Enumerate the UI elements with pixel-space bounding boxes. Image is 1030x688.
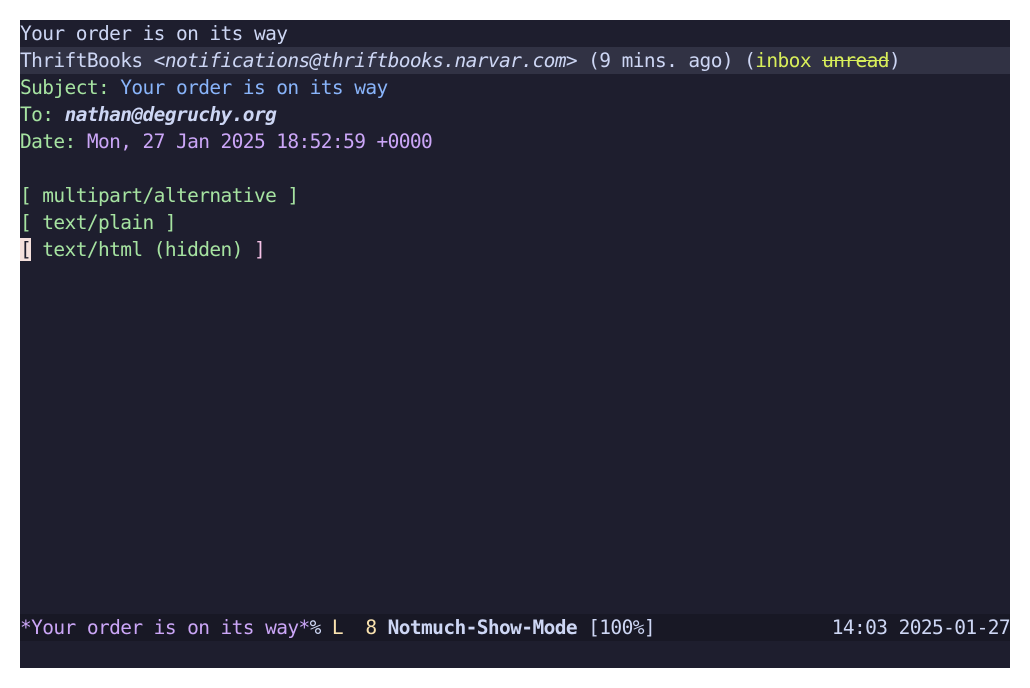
subject-value: Your order is on its way xyxy=(120,76,388,99)
to-header: To: nathan@degruchy.org xyxy=(20,101,1010,128)
mime-part-button-text-html[interactable]: [ text/html (hidden) ] xyxy=(20,236,1010,263)
buffer-name[interactable]: *Your order is on its way* xyxy=(20,616,310,639)
mime-part-button-multipart[interactable]: [ multipart/alternative ] xyxy=(20,182,1010,209)
clock-time: 14:03 xyxy=(831,616,888,639)
text-cursor: [ xyxy=(20,238,32,261)
mime-part-button-text-plain[interactable]: [ text/plain ] xyxy=(20,209,1010,236)
mime-part-label: text/plain xyxy=(42,211,154,234)
clock-date: 2025-01-27 xyxy=(898,616,1010,639)
mime-part-label: multipart/alternative xyxy=(42,184,277,207)
message-summary-line[interactable]: Your order is on its way xyxy=(20,20,1010,47)
minibuffer[interactable] xyxy=(20,641,1010,668)
emacs-window: Your order is on its way ThriftBooks <no… xyxy=(20,20,1010,668)
message-header-line[interactable]: ThriftBooks <notifications@thriftbooks.n… xyxy=(20,47,1010,74)
line-number: 8 xyxy=(365,616,377,639)
subject-label: Subject: xyxy=(20,76,110,99)
buffer-position: [100%] xyxy=(588,616,655,639)
clock: 14:03 2025-01-27 xyxy=(832,614,1010,641)
mime-part-label: text/html (hidden) xyxy=(42,238,243,261)
tag-inbox: inbox xyxy=(755,49,811,72)
date-label: Date: xyxy=(20,130,76,153)
major-mode[interactable]: Notmuch-Show-Mode xyxy=(388,616,578,639)
subject-header: Subject: Your order is on its way xyxy=(20,74,1010,101)
date-value: Mon, 27 Jan 2025 18:52:59 +0000 xyxy=(86,130,433,153)
closing-bracket: ] xyxy=(253,238,266,261)
date-header: Date: Mon, 27 Jan 2025 18:52:59 +0000 xyxy=(20,128,1010,155)
to-label: To: xyxy=(20,103,54,126)
mode-line: *Your order is on its way*% L 8 Notmuch-… xyxy=(20,614,1010,641)
buffer-status: % xyxy=(309,616,322,639)
tag-unread: unread xyxy=(822,49,889,72)
to-value[interactable]: nathan@degruchy.org xyxy=(65,103,277,126)
from-email[interactable]: notifications@thriftbooks.narvar.com xyxy=(165,49,567,72)
summary-text: Your order is on its way xyxy=(20,22,288,45)
line-label: L xyxy=(331,616,344,639)
from-name: ThriftBooks xyxy=(20,49,143,72)
relative-time: (9 mins. ago) xyxy=(588,49,733,72)
